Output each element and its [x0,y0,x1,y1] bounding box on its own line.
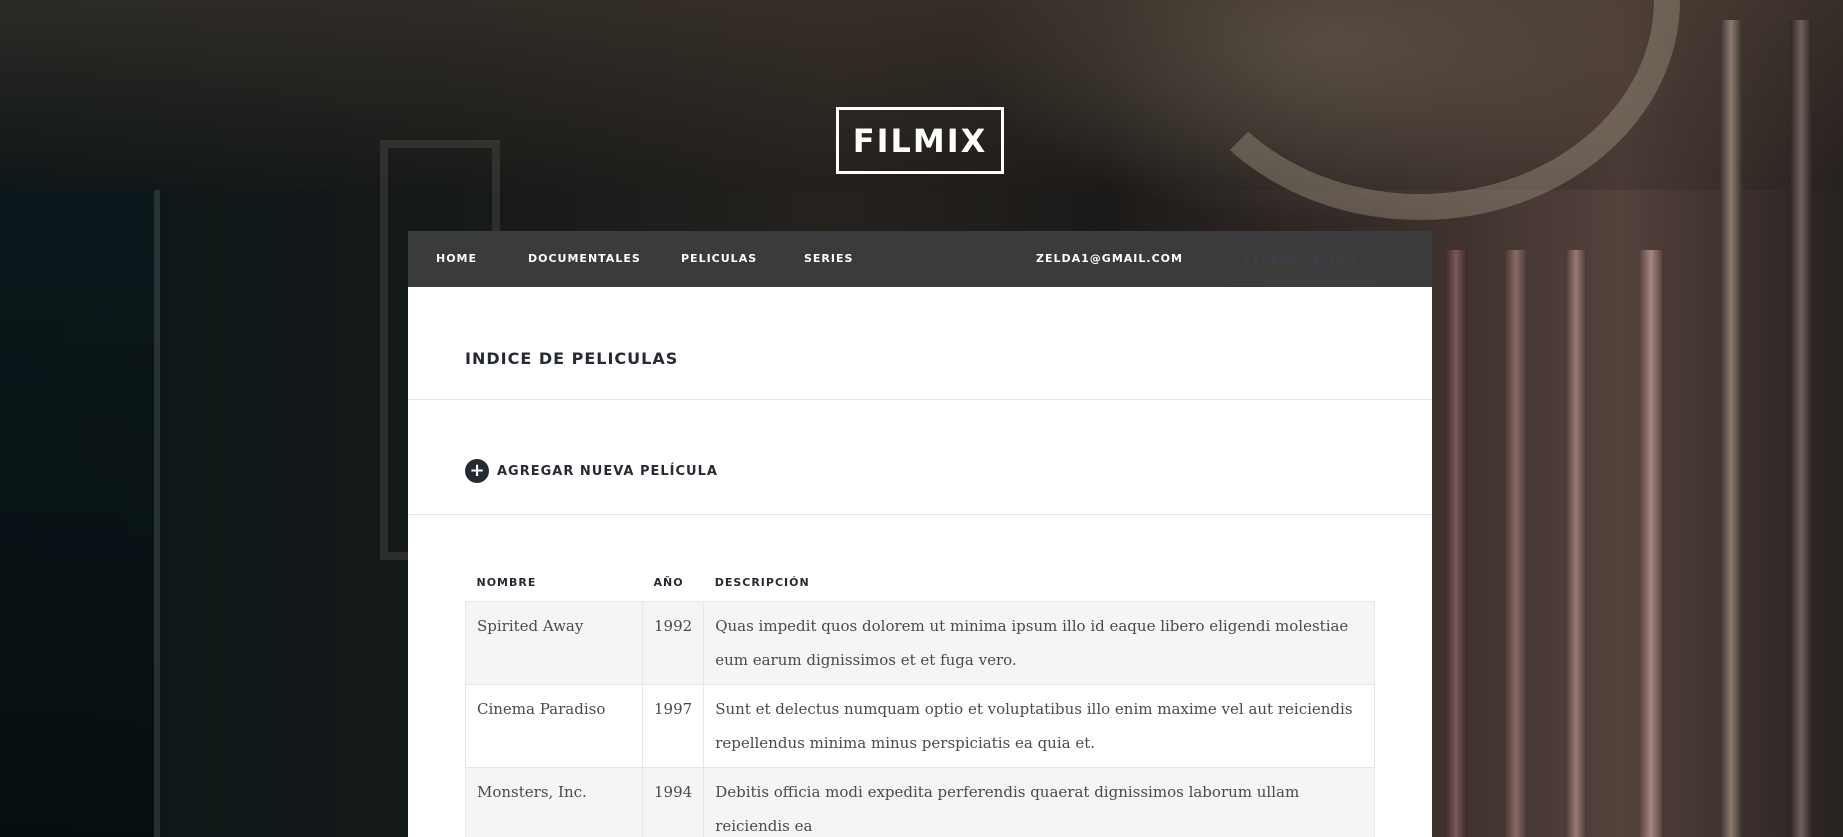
page-title: INDICE DE PELICULAS [465,349,679,368]
nav-item-peliculas[interactable]: PELICULAS [681,252,757,265]
column-header-nombre: NOMBRE [476,575,537,589]
table-row[interactable]: Cinema Paradiso 1997 Sunt et delectus nu… [465,683,1375,768]
add-movie-label: AGREGAR NUEVA PELÍCULA [497,463,718,479]
plus-circle-icon: + [465,459,489,483]
main-nav: HOME DOCUMENTALES PELICULAS SERIES ZELDA… [408,231,1432,287]
user-email-link[interactable]: ZELDA1@GMAIL.COM [1036,252,1183,265]
movies-table: NOMBRE AÑO DESCRIPCIÓN Spirited Away 199… [465,569,1375,837]
cell-name: Cinema Paradiso [465,683,643,768]
nav-item-documentales[interactable]: DOCUMENTALES [528,252,641,265]
cell-year: 1992 [641,600,705,685]
cell-year: 1994 [641,766,705,837]
cell-description: Debitis officia modi expedita perferendi… [703,766,1375,837]
nav-item-series[interactable]: SERIES [804,252,853,265]
cell-year: 1997 [641,683,705,768]
cell-description: Quas impedit quos dolorem ut minima ipsu… [703,600,1375,685]
logout-button[interactable]: CERRAR SESIÓN [1226,239,1374,281]
table-row[interactable]: Spirited Away 1992 Quas impedit quos dol… [465,600,1375,685]
table-row[interactable]: Monsters, Inc. 1994 Debitis officia modi… [465,766,1375,837]
cell-name: Spirited Away [465,600,643,685]
cell-description: Sunt et delectus numquam optio et volupt… [703,683,1375,768]
cell-name: Monsters, Inc. [465,766,643,837]
table-header-row: NOMBRE AÑO DESCRIPCIÓN [466,569,1375,601]
column-header-ano: AÑO [653,575,684,589]
column-header-descripcion: DESCRIPCIÓN [714,575,810,589]
add-movie-button[interactable]: + AGREGAR NUEVA PELÍCULA [465,459,718,483]
divider [408,514,1432,515]
site-logo[interactable]: FILMIX [836,107,1004,174]
divider [408,399,1432,400]
nav-item-home[interactable]: HOME [436,252,477,265]
main-panel: INDICE DE PELICULAS + AGREGAR NUEVA PELÍ… [408,287,1432,837]
